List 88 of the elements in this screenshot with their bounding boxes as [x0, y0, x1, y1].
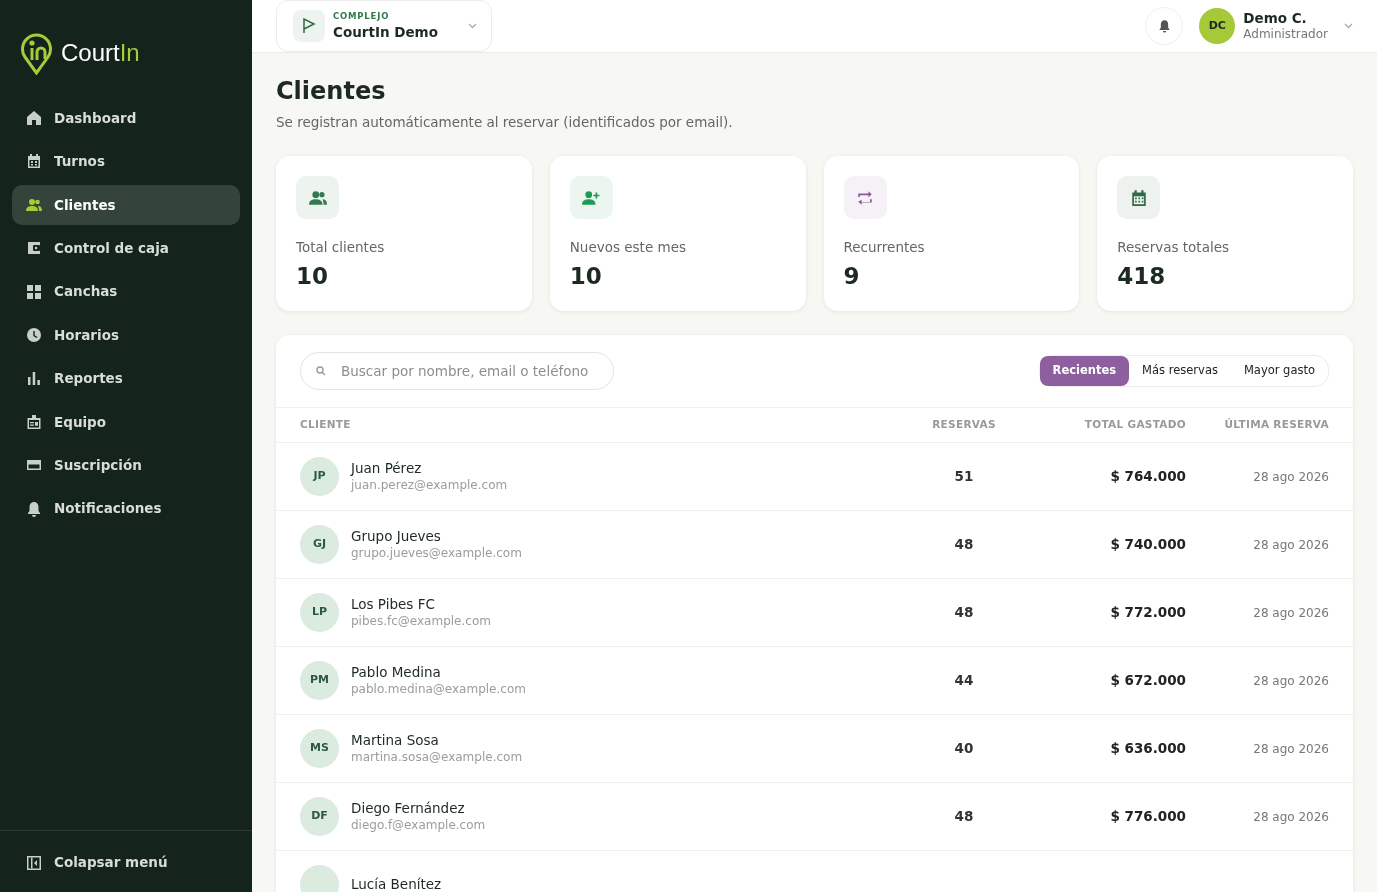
- grid-icon: [26, 283, 42, 300]
- last-reservation-date: 28 ago 2026: [1253, 741, 1329, 756]
- column-header: CLIENTE: [300, 418, 351, 431]
- brand-name: CourtIn: [61, 38, 140, 68]
- bell-icon: [26, 500, 42, 517]
- client-email: martina.sosa@example.com: [351, 749, 523, 766]
- column-header: TOTAL GASTADO: [1084, 418, 1186, 431]
- client-email: pibes.fc@example.com: [351, 613, 491, 630]
- total-spent: $ 636.000: [1110, 740, 1186, 757]
- total-spent: $ 672.000: [1110, 672, 1186, 689]
- client-name: Diego Fernández: [351, 799, 466, 818]
- page-subtitle: Se registran automáticamente al reservar (identificados por email).: [276, 112, 734, 132]
- sort-tab[interactable]: Más reservas: [1129, 356, 1231, 386]
- reservations-count: 48: [954, 604, 974, 621]
- nav-item[interactable]: Notificaciones: [12, 488, 240, 529]
- people-icon: [26, 196, 42, 213]
- complex-name: CourtIn Demo: [333, 23, 439, 43]
- page-title: Clientes: [276, 77, 387, 106]
- home-icon: [26, 110, 42, 126]
- client-avatar: DF: [300, 797, 339, 837]
- client-avatar: PM: [300, 661, 339, 701]
- last-reservation-date: 28 ago 2026: [1253, 809, 1329, 824]
- client-email: pablo.medina@example.com: [351, 681, 526, 698]
- bell-icon: [1157, 19, 1171, 33]
- nav-item[interactable]: Reportes: [12, 358, 240, 399]
- client-email: grupo.jueves@example.com: [351, 545, 522, 562]
- client-name: Grupo Jueves: [351, 527, 442, 546]
- chevron-down-icon: [468, 23, 477, 29]
- nav-item[interactable]: Turnos: [12, 141, 240, 182]
- collapse-menu-button[interactable]: Colapsar menú: [12, 842, 240, 883]
- reservations-count: 48: [954, 536, 974, 553]
- stat-value: 10: [296, 262, 329, 292]
- stat-value: 418: [1117, 262, 1167, 292]
- client-avatar: JP: [300, 457, 339, 497]
- stat-value: 9: [843, 262, 861, 292]
- nav-item[interactable]: Equipo: [12, 401, 240, 442]
- nav-item[interactable]: Dashboard: [12, 98, 240, 138]
- client-name: Juan Pérez: [351, 459, 423, 478]
- complex-selector[interactable]: COMPLEJO CourtIn Demo: [276, 0, 492, 52]
- nav-item[interactable]: Control de caja: [12, 228, 240, 269]
- reservations-count: 51: [954, 468, 974, 485]
- user-name: Demo C.: [1243, 10, 1308, 27]
- calendar-icon: [26, 153, 42, 170]
- client-name: Los Pibes FC: [351, 595, 436, 614]
- total-spent: $ 776.000: [1110, 808, 1186, 825]
- reservations-count: 48: [954, 808, 974, 825]
- reservations-count: 44: [954, 672, 974, 689]
- clock-icon: [26, 326, 42, 343]
- total-spent: $ 772.000: [1110, 604, 1186, 621]
- stat-label: Nuevos este mes: [569, 238, 687, 258]
- stat-label: Recurrentes: [843, 238, 926, 258]
- client-email: diego.f@example.com: [351, 817, 486, 834]
- sidebar-collapse-icon: [26, 854, 42, 871]
- nav-item[interactable]: Horarios: [12, 314, 240, 355]
- wallet-icon: [26, 240, 42, 257]
- nav-item[interactable]: Clientes: [12, 184, 240, 225]
- client-name: Pablo Medina: [351, 663, 442, 682]
- last-reservation-date: 28 ago 2026: [1253, 469, 1329, 484]
- last-reservation-date: 28 ago 2026: [1253, 673, 1329, 688]
- search-icon: [316, 366, 326, 377]
- total-spent: $ 740.000: [1110, 536, 1186, 553]
- complex-label: COMPLEJO: [333, 9, 391, 23]
- stat-label: Total clientes: [296, 238, 386, 258]
- column-header: RESERVAS: [932, 418, 996, 431]
- bar-chart-icon: [26, 370, 42, 387]
- stat-label: Reservas totales: [1117, 238, 1230, 258]
- column-header: ÚLTIMA RESERVA: [1224, 418, 1329, 431]
- total-spent: $ 764.000: [1110, 468, 1186, 485]
- client-avatar: GJ: [300, 525, 339, 565]
- badge-icon: [26, 413, 42, 430]
- last-reservation-date: 28 ago 2026: [1253, 605, 1329, 620]
- user-role: Administrador: [1243, 26, 1328, 42]
- nav-item[interactable]: Suscripción: [12, 445, 240, 486]
- flag-icon: [293, 10, 325, 42]
- reservations-count: 40: [954, 740, 974, 757]
- client-name: Martina Sosa: [351, 731, 440, 750]
- client-avatar: LP: [300, 593, 339, 633]
- search-field[interactable]: Buscar por nombre, email o teléfono: [300, 352, 614, 391]
- sort-tab[interactable]: Recientes: [1039, 356, 1130, 386]
- client-email: juan.perez@example.com: [351, 477, 508, 494]
- client-name: Lucía Benítez: [351, 875, 442, 892]
- logo-icon: [20, 31, 53, 75]
- sort-tab[interactable]: Mayor gasto: [1230, 356, 1328, 386]
- user-avatar: DC: [1199, 8, 1236, 44]
- last-reservation-date: 28 ago 2026: [1253, 537, 1329, 552]
- nav-item[interactable]: Canchas: [12, 271, 240, 312]
- client-avatar: MS: [300, 729, 339, 769]
- stat-value: 10: [569, 262, 603, 292]
